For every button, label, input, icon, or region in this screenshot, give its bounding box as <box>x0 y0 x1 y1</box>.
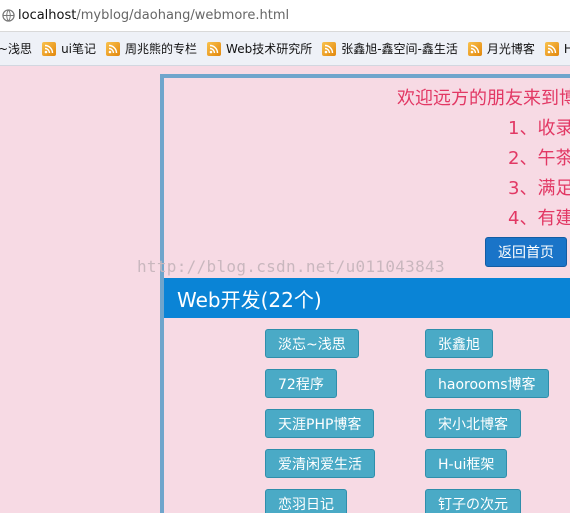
site-link[interactable]: 淡忘~浅思 <box>265 329 359 358</box>
bookmarks-bar: ~浅思 ui笔记 周兆熊的专栏 Web技术研究所 张鑫旭-鑫空间-鑫生活 月光博… <box>0 32 570 66</box>
site-link[interactable]: 张鑫旭 <box>425 329 493 358</box>
bookmark-label: Ha <box>564 42 570 56</box>
watermark: http://blog.csdn.net/u011043843 <box>137 257 445 276</box>
bookmark-item[interactable]: ~浅思 <box>0 40 32 57</box>
site-link[interactable]: 72程序 <box>265 369 337 398</box>
page-icon <box>2 9 15 22</box>
url-host: localhost <box>18 8 77 23</box>
intro-line: 3、满足 <box>508 178 570 199</box>
bookmark-item[interactable]: 月光博客 <box>467 40 535 57</box>
bookmark-item[interactable]: 张鑫旭-鑫空间-鑫生活 <box>322 40 458 57</box>
rss-icon <box>467 41 482 56</box>
bookmark-label: 月光博客 <box>486 42 535 56</box>
bookmark-item[interactable]: Ha <box>544 41 570 56</box>
site-link[interactable]: 天涯PHP博客 <box>265 409 375 438</box>
bookmark-item[interactable]: 周兆熊的专栏 <box>106 40 197 57</box>
site-link[interactable]: 爱清闲爱生活 <box>265 449 375 478</box>
address-bar[interactable]: localhost/myblog/daohang/webmore.html <box>0 0 570 32</box>
welcome-text: 欢迎远方的朋友来到博 <box>397 88 570 109</box>
rss-icon <box>544 41 559 56</box>
page-content: 欢迎远方的朋友来到博 1、收录 2、午茶 3、满足 4、有建 返回首页 http… <box>0 66 570 513</box>
rss-icon <box>207 41 222 56</box>
bookmark-label: ~浅思 <box>0 42 33 56</box>
section-title: Web开发(22个) <box>177 287 322 312</box>
site-link[interactable]: haorooms博客 <box>425 369 549 398</box>
intro-line: 2、午茶 <box>508 148 570 169</box>
site-link[interactable]: 恋羽日记 <box>265 489 347 513</box>
bookmark-label: 周兆熊的专栏 <box>125 42 198 56</box>
bookmark-item[interactable]: Web技术研究所 <box>207 40 312 57</box>
rss-icon <box>42 41 57 56</box>
rss-icon <box>322 41 337 56</box>
intro-line: 1、收录 <box>508 118 570 139</box>
site-link[interactable]: 宋小北博客 <box>425 409 521 438</box>
back-home-button[interactable]: 返回首页 <box>485 237 567 267</box>
site-link[interactable]: H-ui框架 <box>425 449 508 478</box>
intro-line: 4、有建 <box>508 208 570 229</box>
site-link[interactable]: 钉子の次元 <box>425 489 521 513</box>
section-header: Web开发(22个) <box>164 278 570 318</box>
bookmark-label: ui笔记 <box>61 42 97 56</box>
rss-icon <box>106 41 121 56</box>
bookmark-label: 张鑫旭-鑫空间-鑫生活 <box>341 42 458 56</box>
bookmark-label: Web技术研究所 <box>226 42 313 56</box>
url-path: /myblog/daohang/webmore.html <box>76 8 290 23</box>
bookmark-item[interactable]: ui笔记 <box>42 40 96 57</box>
